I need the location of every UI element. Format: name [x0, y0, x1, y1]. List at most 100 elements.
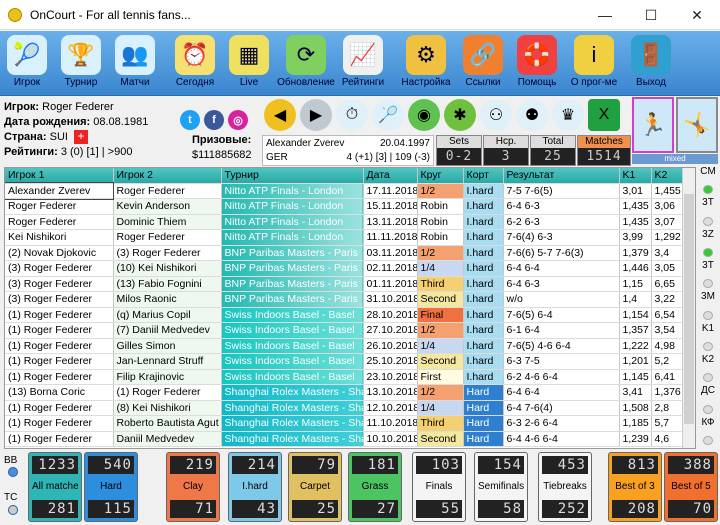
table-cell[interactable]: 1,455: [651, 183, 684, 199]
table-cell[interactable]: 11.11.2018: [363, 229, 418, 246]
singles-thumb-icon[interactable]: 🏃: [632, 97, 674, 153]
table-cell[interactable]: (1) Roger Federer: [5, 338, 114, 354]
table-cell[interactable]: (1) Roger Federer: [5, 369, 114, 385]
table-cell[interactable]: Second: [417, 291, 464, 308]
table-cell[interactable]: 1,185: [619, 415, 652, 432]
table-cell[interactable]: 3,41: [619, 384, 652, 401]
table-cell[interactable]: 13.11.2018: [363, 214, 418, 230]
table-row[interactable]: (3) Roger Federer (13) Fabio Fognini BNP P…: [5, 276, 695, 292]
table-cell[interactable]: (13) Borna Coric: [5, 384, 114, 401]
table-cell[interactable]: Final: [417, 307, 464, 323]
table-cell[interactable]: Hard: [463, 415, 504, 432]
side-filter-6[interactable]: K2: [702, 354, 714, 372]
toolbar-exit-button[interactable]: 🚪 Выход: [624, 31, 678, 96]
col-header[interactable]: Корт: [463, 168, 504, 184]
table-row[interactable]: (1) Roger Federer (7) Daniil Medvedev Swis…: [5, 322, 695, 339]
table-cell[interactable]: 1/2: [417, 183, 464, 199]
table-cell[interactable]: (q) Marius Copil: [113, 307, 222, 323]
table-cell[interactable]: (1) Roger Federer: [5, 400, 114, 416]
side-filter-toggle[interactable]: [703, 373, 713, 383]
bb-radio[interactable]: [8, 467, 18, 477]
table-row[interactable]: (1) Roger Federer Roberto Bautista Agut Sh…: [5, 415, 695, 432]
table-cell[interactable]: Robin: [417, 214, 464, 230]
tennis-player-icon[interactable]: ✱: [444, 99, 476, 131]
table-cell[interactable]: 4,98: [651, 338, 684, 354]
side-filter-toggle[interactable]: [703, 248, 713, 257]
table-cell[interactable]: I.hard: [463, 353, 504, 370]
table-cell[interactable]: 1,292: [651, 229, 684, 246]
table-row[interactable]: (3) Roger Federer Milos Raonic BNP Paribas…: [5, 291, 695, 308]
table-cell[interactable]: Shanghai Rolex Masters - Shanghai: [221, 431, 364, 447]
table-cell[interactable]: 15.11.2018: [363, 198, 418, 215]
table-cell[interactable]: Hard: [463, 400, 504, 416]
col-header[interactable]: Турнир: [221, 168, 364, 184]
table-cell[interactable]: Shanghai Rolex Masters - Shanghai: [221, 384, 364, 401]
table-cell[interactable]: 6,41: [651, 369, 684, 385]
table-cell[interactable]: Roberto Bautista Agut: [113, 415, 222, 432]
table-cell[interactable]: I.hard: [463, 307, 504, 323]
table-cell[interactable]: 01.11.2018: [363, 276, 418, 292]
table-cell[interactable]: Kevin Anderson: [113, 198, 222, 215]
table-cell[interactable]: Shanghai Rolex Masters - Shanghai: [221, 400, 364, 416]
side-filter-5[interactable]: K1: [702, 323, 714, 341]
table-cell[interactable]: Hard: [463, 384, 504, 401]
table-cell[interactable]: Roger Federer: [113, 183, 222, 199]
table-cell[interactable]: I.hard: [463, 291, 504, 308]
table-cell[interactable]: 1,446: [619, 260, 652, 277]
toolbar-help-button[interactable]: 🛟 Помощь: [510, 31, 564, 96]
table-cell[interactable]: Second: [417, 431, 464, 447]
table-cell[interactable]: 12.10.2018: [363, 400, 418, 416]
table-cell[interactable]: Nitto ATP Finals - London: [221, 183, 364, 199]
instagram-icon[interactable]: ◎: [228, 110, 248, 130]
side-filter-toggle[interactable]: [703, 436, 713, 445]
table-cell[interactable]: Filip Krajinovic: [113, 369, 222, 385]
table-cell[interactable]: I.hard: [463, 214, 504, 230]
side-filter-toggle[interactable]: [703, 185, 713, 195]
toolbar-update-button[interactable]: ⟳ Обновление: [276, 31, 336, 96]
minimize-button[interactable]: —: [582, 0, 628, 30]
table-cell[interactable]: BNP Paribas Masters - Paris: [221, 245, 364, 261]
table-cell[interactable]: (7) Daniil Medvedev: [113, 322, 222, 339]
scrollbar-thumb[interactable]: [684, 194, 694, 424]
doubles-icon[interactable]: ⚇: [480, 99, 512, 131]
table-cell[interactable]: 1,15: [619, 276, 652, 292]
toolbar-live-button[interactable]: ▦ Live: [222, 31, 276, 96]
table-cell[interactable]: 2,8: [651, 400, 684, 416]
table-cell[interactable]: I.hard: [463, 183, 504, 199]
table-cell[interactable]: Shanghai Rolex Masters - Shanghai: [221, 415, 364, 432]
stat-tile-tiebreaks[interactable]: 453 Tiebreaks 252: [538, 452, 592, 522]
tc-radio[interactable]: [8, 505, 18, 515]
table-cell[interactable]: 6-3 2-6 6-4: [503, 415, 620, 432]
table-row[interactable]: (3) Roger Federer (10) Kei Nishikori BNP P…: [5, 260, 695, 277]
table-row[interactable]: (1) Roger Federer (q) Marius Copil Swiss I…: [5, 307, 695, 323]
excel-icon[interactable]: X: [588, 99, 620, 131]
table-cell[interactable]: 6-4 6-3: [503, 276, 620, 292]
toolbar-today-button[interactable]: ⏰ Сегодня: [168, 31, 222, 96]
table-row[interactable]: (2) Novak Djokovic (3) Roger Federer BNP P…: [5, 245, 695, 261]
toolbar-player-button[interactable]: 🎾 Игрок: [0, 31, 54, 96]
table-cell[interactable]: Nitto ATP Finals - London: [221, 229, 364, 246]
close-button[interactable]: ✕: [674, 0, 720, 30]
table-cell[interactable]: 1,239: [619, 431, 652, 447]
table-cell[interactable]: Robin: [417, 198, 464, 215]
table-cell[interactable]: 5,2: [651, 353, 684, 370]
stat-tile-best-of-3[interactable]: 813 Best of 3 208: [608, 452, 662, 522]
maximize-button[interactable]: ☐: [628, 0, 674, 30]
table-cell[interactable]: 1,201: [619, 353, 652, 370]
table-scrollbar[interactable]: [682, 168, 695, 448]
table-cell[interactable]: BNP Paribas Masters - Paris: [221, 276, 364, 292]
side-filter-toggle[interactable]: [703, 404, 713, 414]
forward-icon[interactable]: ▶: [300, 99, 332, 131]
table-cell[interactable]: 6-4 6-4: [503, 260, 620, 277]
table-cell[interactable]: 3,4: [651, 245, 684, 261]
table-row[interactable]: Roger Federer Kevin Anderson Nitto ATP Fin…: [5, 198, 695, 215]
table-cell[interactable]: 7-6(5) 4-6 6-4: [503, 338, 620, 354]
table-cell[interactable]: 28.10.2018: [363, 307, 418, 323]
table-row[interactable]: (1) Roger Federer (8) Kei Nishikori Shangh…: [5, 400, 695, 416]
table-row[interactable]: (1) Roger Federer Gilles Simon Swiss Indoo…: [5, 338, 695, 354]
table-cell[interactable]: Robin: [417, 229, 464, 246]
players-icon[interactable]: ⚉: [516, 99, 548, 131]
table-cell[interactable]: 6-4 6-4: [503, 384, 620, 401]
table-row[interactable]: (1) Roger Federer Jan-Lennard Struff Swiss…: [5, 353, 695, 370]
table-cell[interactable]: 13.10.2018: [363, 384, 418, 401]
